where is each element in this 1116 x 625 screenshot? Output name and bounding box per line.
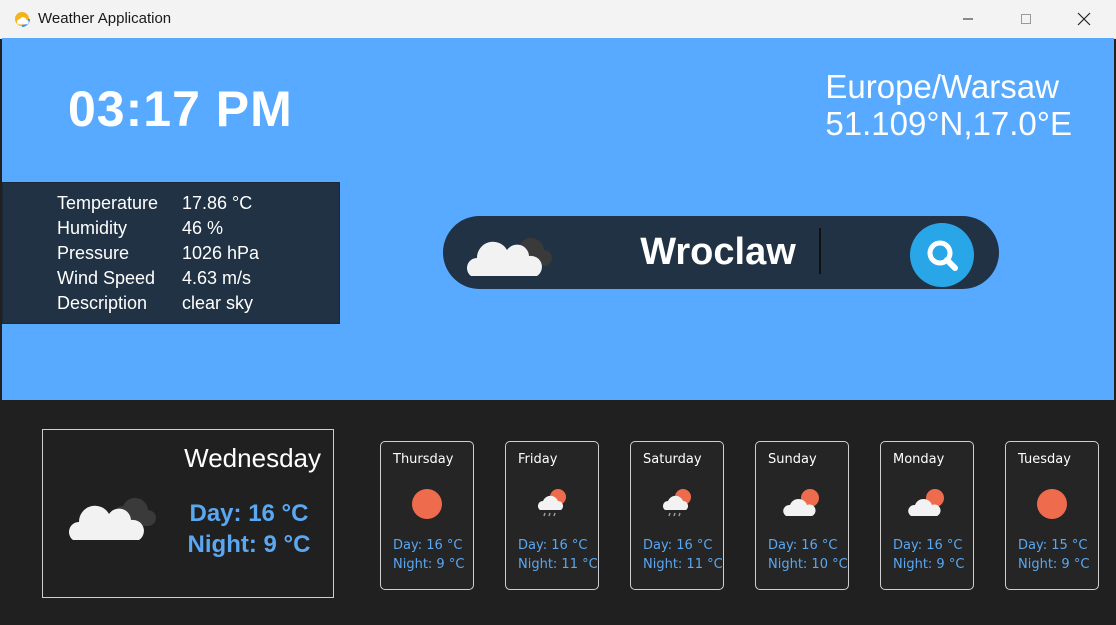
search-bar <box>443 216 999 289</box>
window-title: Weather Application <box>38 10 172 27</box>
current-weather-panel: Temperature 17.86 °C Humidity 46 % Pressur… <box>2 182 340 324</box>
forecast-night-temp: Night: 11 °C <box>518 557 598 572</box>
forecast-day-temp: Day: 16 °C <box>518 538 588 553</box>
forecast-night-temp: Night: 9 °C <box>1018 557 1090 572</box>
rain-icon <box>538 489 566 517</box>
app-icon <box>14 11 30 27</box>
forecast-day-label: Sunday <box>768 452 817 467</box>
info-row-wind-speed: Wind Speed 4.63 m/s <box>57 268 252 288</box>
forecast-day-label: Friday <box>518 452 558 467</box>
forecast-night-temp: Night: 10 °C <box>768 557 848 572</box>
today-card: Wednesday Day: 16 °C Night: 9 °C <box>42 429 334 598</box>
title-bar: Weather Application <box>0 0 1116 39</box>
forecast-day-temp: Day: 16 °C <box>768 538 838 553</box>
clock-display: 03:17 PM <box>68 81 293 137</box>
forecast-night-temp: Night: 9 °C <box>893 557 965 572</box>
text-cursor <box>819 228 821 274</box>
forecast-day-temp: Day: 15 °C <box>1018 538 1088 553</box>
rain-icon <box>663 489 691 517</box>
forecast-day-label: Tuesday <box>1018 452 1071 467</box>
forecast-day-label: Saturday <box>643 452 702 467</box>
forecast-panel: Wednesday Day: 16 °C Night: 9 °C Thursda… <box>2 400 1114 625</box>
info-row-humidity: Humidity 46 % <box>57 218 224 238</box>
timezone-label: Europe/Warsaw <box>825 68 1059 105</box>
forecast-day-label: Monday <box>893 452 945 467</box>
cloud-icon <box>467 237 552 276</box>
forecast-day-label: Thursday <box>393 452 454 467</box>
maximize-icon <box>1021 14 1031 24</box>
info-row-description: Description clear sky <box>57 293 254 313</box>
forecast-card: Tuesday Day: 15 °C Night: 9 °C <box>1005 441 1099 590</box>
sun-icon <box>412 489 442 519</box>
forecast-card: Friday Day: 16 °C Night: 11 °C <box>505 441 599 590</box>
close-icon <box>1077 12 1091 26</box>
minimize-icon <box>963 18 973 20</box>
forecast-card: Sunday Day: 16 °C Night: 10 °C <box>755 441 849 590</box>
forecast-day-temp: Day: 16 °C <box>643 538 713 553</box>
partly-cloudy-icon <box>908 489 944 516</box>
forecast-day-temp: Day: 16 °C <box>393 538 463 553</box>
forecast-day-temp: Day: 16 °C <box>893 538 963 553</box>
search-icon <box>927 240 958 271</box>
minimize-button[interactable] <box>945 0 991 38</box>
location-info: Europe/Warsaw 51.109°N,17.0°E <box>825 68 1072 142</box>
forecast-night-temp: Night: 9 °C <box>393 557 465 572</box>
maximize-button[interactable] <box>1003 0 1049 38</box>
city-search-input[interactable] <box>583 230 853 274</box>
forecast-card: Thursday Day: 16 °C Night: 9 °C <box>380 441 474 590</box>
today-day-label: Wednesday <box>184 443 321 473</box>
close-button[interactable] <box>1061 0 1107 38</box>
info-row-pressure: Pressure 1026 hPa <box>57 243 260 263</box>
forecast-card: Monday Day: 16 °C Night: 9 °C <box>880 441 974 590</box>
info-row-temperature: Temperature 17.86 °C <box>57 193 253 213</box>
cloud-icon <box>69 497 156 540</box>
today-day-temp: Day: 16 °C <box>189 500 309 527</box>
sun-icon <box>1037 489 1067 519</box>
header-panel: 03:17 PM Europe/Warsaw 51.109°N,17.0°E T… <box>2 38 1114 400</box>
coordinates-label: 51.109°N,17.0°E <box>825 105 1072 142</box>
partly-cloudy-icon <box>783 489 819 516</box>
forecast-card: Saturday Day: 16 °C Night: 11 °C <box>630 441 724 590</box>
forecast-night-temp: Night: 11 °C <box>643 557 723 572</box>
today-night-temp: Night: 9 °C <box>187 531 311 558</box>
search-button[interactable] <box>910 223 974 287</box>
